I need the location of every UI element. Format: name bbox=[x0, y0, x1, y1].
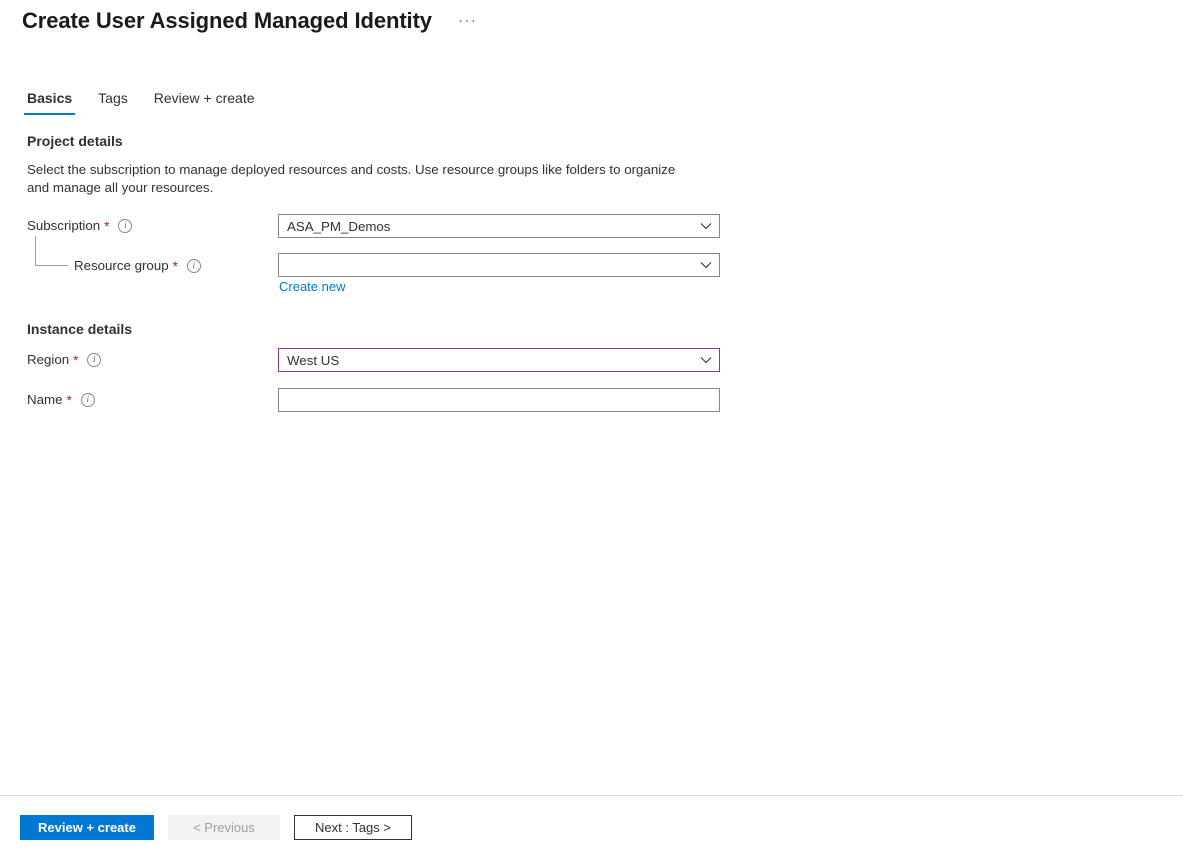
region-label: Region * i bbox=[27, 352, 101, 367]
region-required-asterisk: * bbox=[73, 354, 78, 368]
page-title: Create User Assigned Managed Identity bbox=[22, 8, 432, 34]
region-info-icon[interactable]: i bbox=[87, 353, 101, 367]
resource-group-info-icon[interactable]: i bbox=[187, 259, 201, 273]
tab-tags[interactable]: Tags bbox=[95, 88, 131, 115]
previous-button: < Previous bbox=[168, 815, 280, 840]
subscription-label: Subscription * i bbox=[27, 218, 132, 233]
tab-basics[interactable]: Basics bbox=[24, 88, 75, 115]
name-required-asterisk: * bbox=[66, 394, 71, 408]
review-create-button[interactable]: Review + create bbox=[20, 815, 154, 840]
wizard-footer: Review + create < Previous Next : Tags > bbox=[20, 815, 412, 840]
tab-basics-label: Basics bbox=[27, 90, 72, 106]
project-details-description: Select the subscription to manage deploy… bbox=[27, 161, 697, 197]
instance-details-heading: Instance details bbox=[27, 321, 132, 337]
tab-tags-label: Tags bbox=[98, 90, 128, 106]
chevron-down-icon bbox=[693, 222, 719, 230]
resource-group-label-text: Resource group bbox=[74, 258, 169, 273]
subscription-required-asterisk: * bbox=[104, 220, 109, 234]
region-label-text: Region bbox=[27, 352, 69, 367]
region-dropdown[interactable]: West US bbox=[278, 348, 720, 372]
tab-review-create[interactable]: Review + create bbox=[151, 88, 258, 115]
chevron-down-icon bbox=[693, 356, 719, 364]
wizard-tablist: Basics Tags Review + create bbox=[24, 88, 258, 115]
resource-group-label: Resource group * i bbox=[74, 258, 201, 273]
subscription-selected-value: ASA_PM_Demos bbox=[279, 219, 693, 234]
resource-group-required-asterisk: * bbox=[173, 260, 178, 274]
next-tags-button[interactable]: Next : Tags > bbox=[294, 815, 412, 840]
name-input[interactable] bbox=[278, 388, 720, 412]
create-managed-identity-blade: Create User Assigned Managed Identity ··… bbox=[0, 0, 1183, 855]
subscription-info-icon[interactable]: i bbox=[118, 219, 132, 233]
create-new-resource-group-link[interactable]: Create new bbox=[279, 279, 345, 294]
chevron-down-icon bbox=[693, 261, 719, 269]
region-selected-value: West US bbox=[279, 353, 693, 368]
name-label: Name * i bbox=[27, 392, 95, 407]
blade-header: Create User Assigned Managed Identity ··… bbox=[22, 8, 481, 34]
name-label-text: Name bbox=[27, 392, 62, 407]
resource-group-tree-connector bbox=[35, 236, 68, 266]
project-details-heading: Project details bbox=[27, 133, 123, 149]
footer-divider bbox=[0, 795, 1183, 796]
tab-review-create-label: Review + create bbox=[154, 90, 255, 106]
subscription-label-text: Subscription bbox=[27, 218, 100, 233]
resource-group-dropdown[interactable] bbox=[278, 253, 720, 277]
more-options-icon[interactable]: ··· bbox=[454, 14, 482, 28]
subscription-dropdown[interactable]: ASA_PM_Demos bbox=[278, 214, 720, 238]
name-info-icon[interactable]: i bbox=[81, 393, 95, 407]
